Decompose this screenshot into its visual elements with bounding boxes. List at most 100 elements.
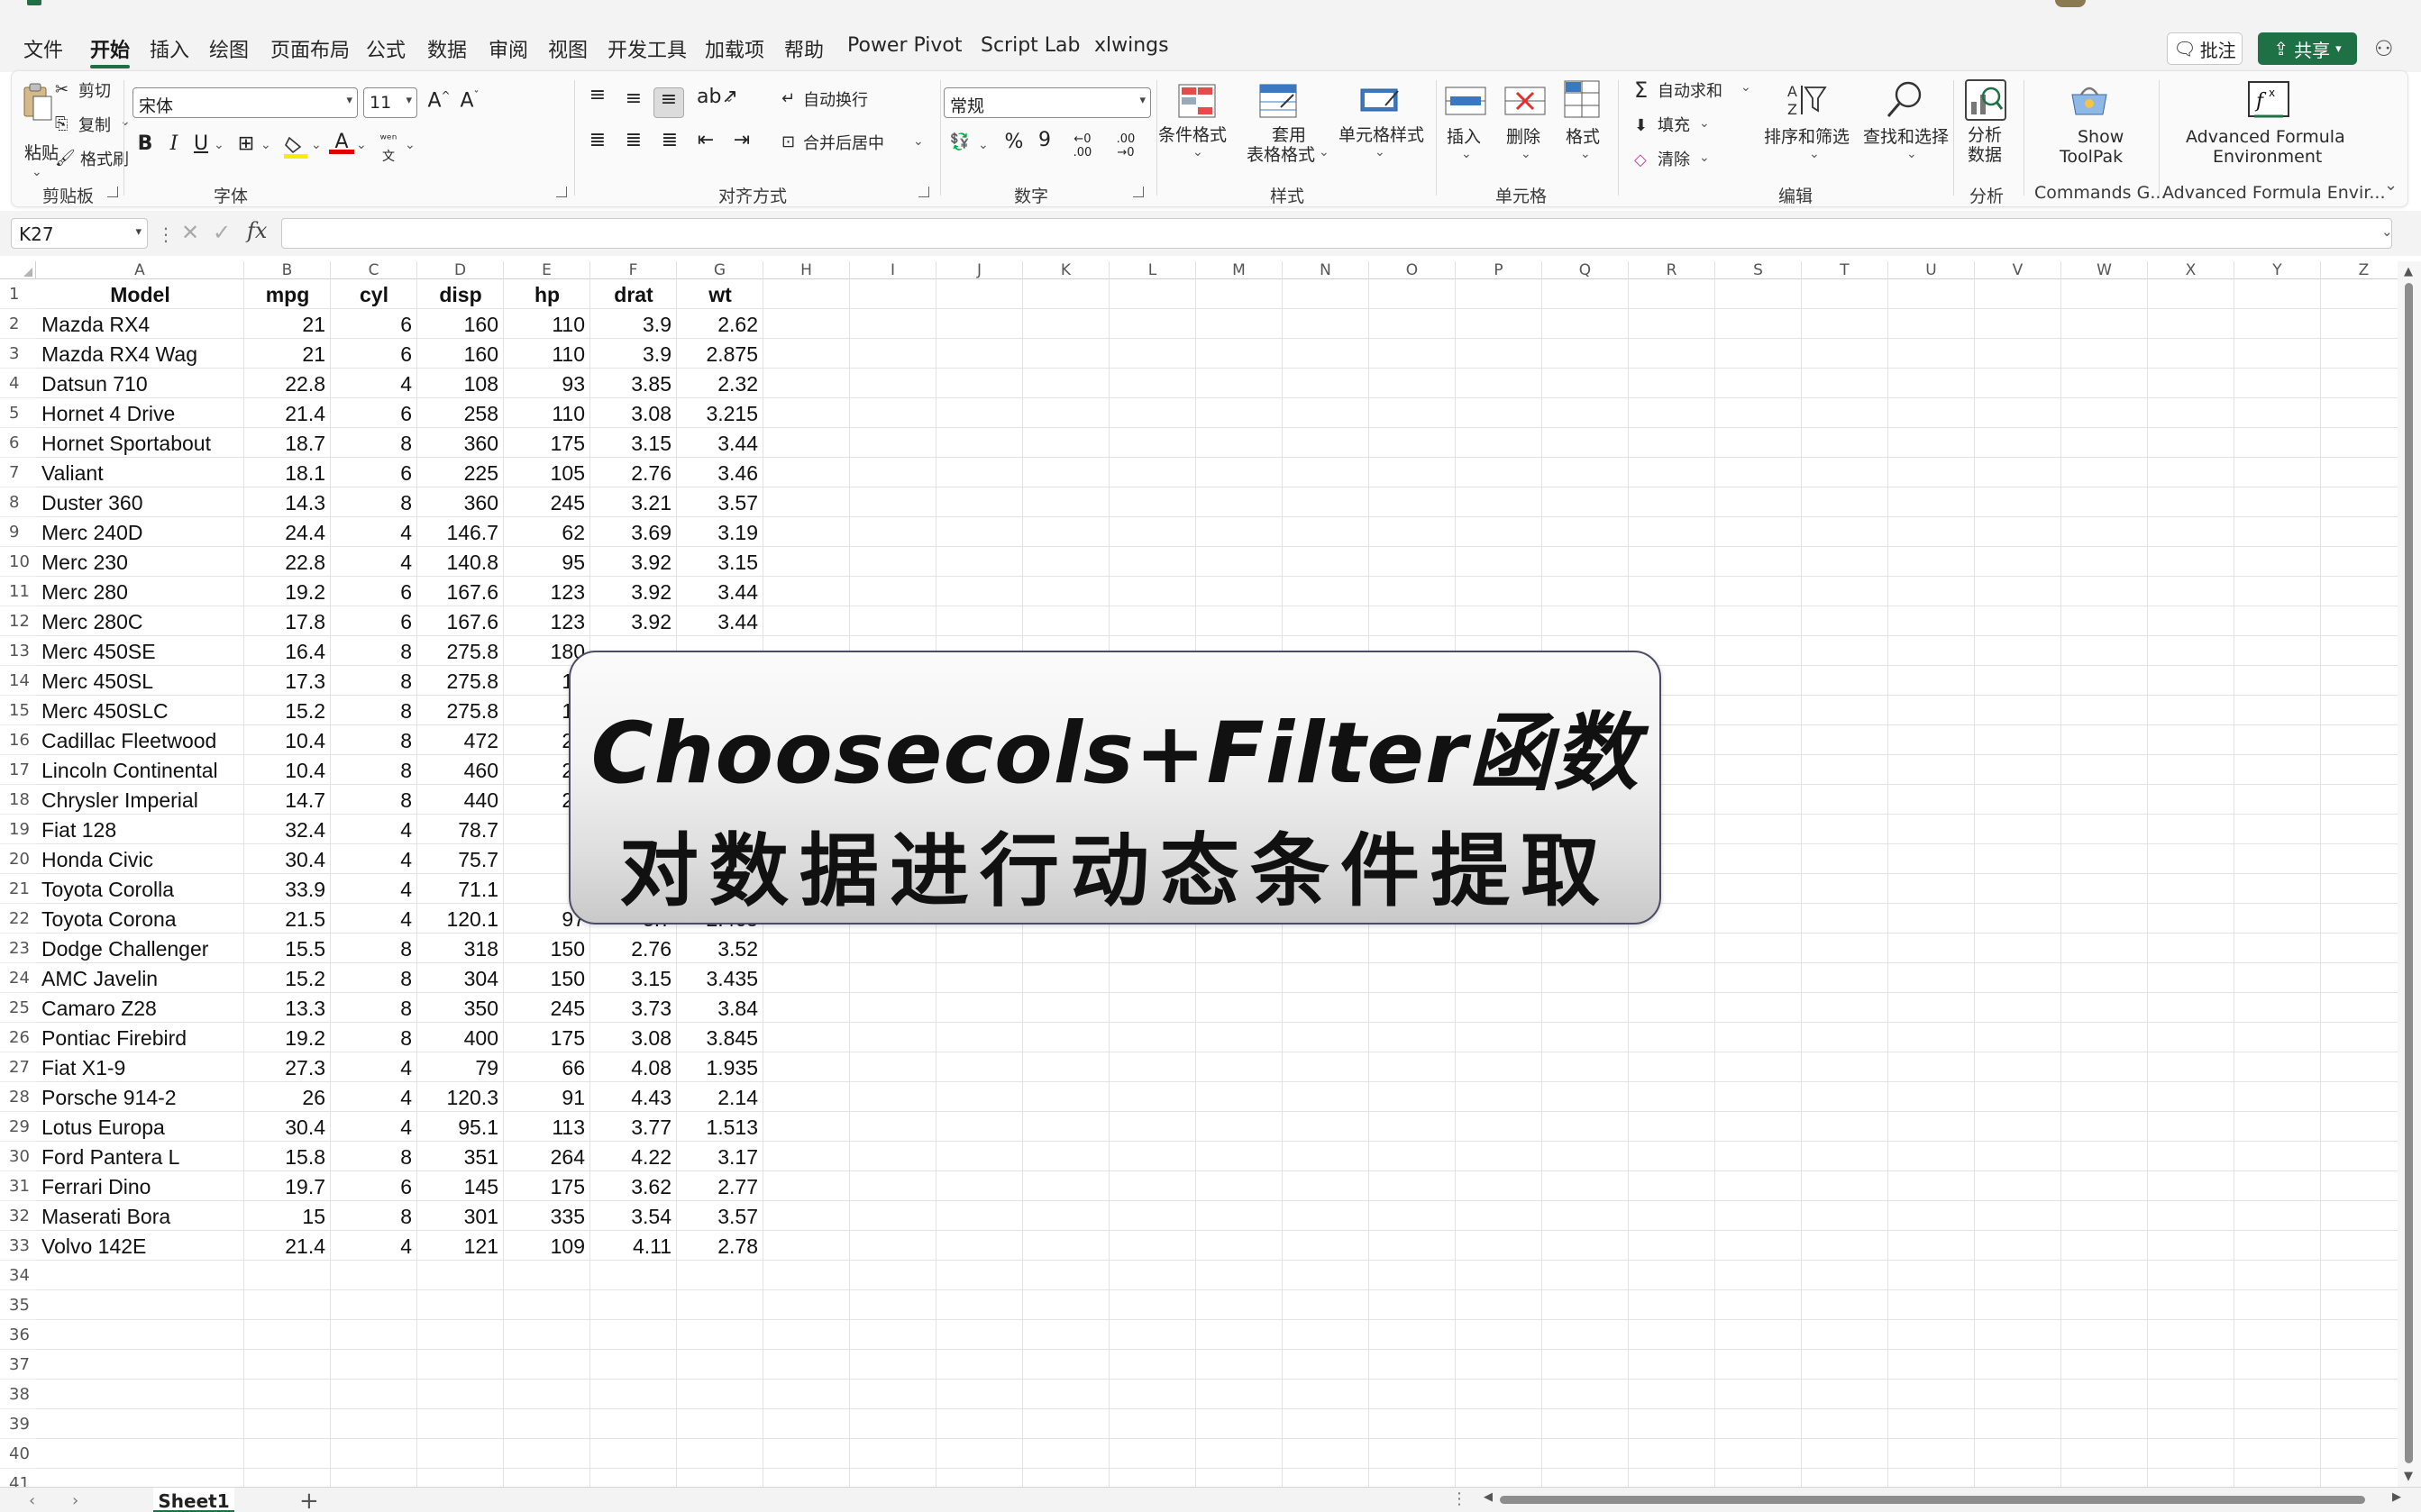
value-cell[interactable]: 95 xyxy=(504,547,590,577)
next-sheet-icon[interactable]: › xyxy=(72,1491,78,1510)
column-header[interactable]: Z xyxy=(2321,261,2398,279)
model-cell[interactable]: Merc 280C xyxy=(36,606,244,636)
value-cell[interactable]: 160 xyxy=(417,309,504,339)
cell-styles-icon[interactable] xyxy=(1360,84,1400,118)
value-cell[interactable]: 6 xyxy=(331,1171,417,1201)
value-cell[interactable]: 19.2 xyxy=(244,577,331,606)
value-cell[interactable]: 3.57 xyxy=(677,487,763,517)
model-cell[interactable]: Merc 280 xyxy=(36,577,244,606)
paste-button[interactable]: 粘贴 xyxy=(24,143,59,163)
column-title-cell[interactable]: drat xyxy=(590,279,677,309)
font-color-dropdown-icon[interactable]: ⌄ xyxy=(356,138,367,152)
value-cell[interactable]: 110 xyxy=(504,398,590,428)
decrease-decimal-icon[interactable]: .00 →0 xyxy=(1113,132,1138,159)
model-cell[interactable]: Fiat 128 xyxy=(36,815,244,844)
value-cell[interactable]: 3.62 xyxy=(590,1171,677,1201)
alignment-dialog-launcher-icon[interactable] xyxy=(918,187,929,197)
number-format-select[interactable]: 常规 ▾ xyxy=(944,87,1151,118)
show-toolpak-button[interactable]: ToolPak xyxy=(2060,147,2123,167)
tab-split-handle-icon[interactable]: ⋮ xyxy=(1451,1489,1467,1508)
value-cell[interactable]: 160 xyxy=(417,339,504,369)
column-title-cell[interactable]: disp xyxy=(417,279,504,309)
value-cell[interactable]: 10.4 xyxy=(244,755,331,785)
copy-button[interactable]: 复制 xyxy=(78,116,111,136)
model-cell[interactable]: Dodge Challenger xyxy=(36,934,244,963)
value-cell[interactable]: 15.2 xyxy=(244,696,331,725)
value-cell[interactable]: 91 xyxy=(504,1082,590,1112)
value-cell[interactable]: 17.8 xyxy=(244,606,331,636)
value-cell[interactable]: 146.7 xyxy=(417,517,504,547)
middle-align-icon[interactable]: ≡ xyxy=(621,87,646,110)
value-cell[interactable]: 3.435 xyxy=(677,963,763,993)
top-align-icon[interactable]: ≡ xyxy=(585,84,610,106)
row-header[interactable]: 11 xyxy=(0,577,36,606)
value-cell[interactable]: 8 xyxy=(331,963,417,993)
bottom-align-icon[interactable]: ≡ xyxy=(653,87,684,118)
value-cell[interactable]: 71.1 xyxy=(417,874,504,904)
value-cell[interactable]: 8 xyxy=(331,934,417,963)
value-cell[interactable]: 19.7 xyxy=(244,1171,331,1201)
value-cell[interactable]: 2.76 xyxy=(590,458,677,487)
scroll-left-icon[interactable]: ◀ xyxy=(1484,1490,1493,1504)
font-name-select[interactable]: 宋体 ▾ xyxy=(132,87,358,118)
value-cell[interactable]: 6 xyxy=(331,339,417,369)
expand-formula-bar-icon[interactable]: ⌄ xyxy=(2381,223,2393,240)
column-header[interactable]: U xyxy=(1888,261,1975,279)
font-size-select[interactable]: 11 ▾ xyxy=(363,87,417,118)
value-cell[interactable]: 1.935 xyxy=(677,1052,763,1082)
value-cell[interactable]: 22.8 xyxy=(244,369,331,398)
comma-style-icon[interactable]: 9 xyxy=(1032,129,1057,151)
chevron-down-icon[interactable]: ⌄ xyxy=(1375,145,1385,159)
value-cell[interactable]: 21 xyxy=(244,339,331,369)
column-header[interactable]: C xyxy=(331,261,417,279)
value-cell[interactable]: 3.84 xyxy=(677,993,763,1023)
column-header[interactable]: W xyxy=(2061,261,2148,279)
column-header[interactable]: T xyxy=(1802,261,1888,279)
horizontal-scroll-thumb[interactable] xyxy=(1500,1496,2365,1504)
scroll-down-icon[interactable]: ▼ xyxy=(2404,1470,2413,1483)
row-header[interactable]: 34 xyxy=(0,1261,36,1290)
row-header[interactable]: 27 xyxy=(0,1052,36,1082)
format-as-table-label-1[interactable]: 套用 xyxy=(1272,125,1306,145)
value-cell[interactable]: 120.1 xyxy=(417,904,504,934)
value-cell[interactable]: 105 xyxy=(504,458,590,487)
toolpak-icon[interactable] xyxy=(2069,82,2110,118)
row-header[interactable]: 33 xyxy=(0,1231,36,1261)
format-painter-icon[interactable]: 🖌 xyxy=(55,149,76,169)
value-cell[interactable]: 335 xyxy=(504,1201,590,1231)
menu-tab[interactable]: Power Pivot xyxy=(847,34,963,57)
borders-icon[interactable]: ⊞ xyxy=(233,132,259,155)
menu-tab[interactable]: 绘图 xyxy=(209,34,249,63)
model-cell[interactable]: Duster 360 xyxy=(36,487,244,517)
value-cell[interactable]: 8 xyxy=(331,636,417,666)
bold-button[interactable]: B xyxy=(132,132,158,155)
value-cell[interactable]: 3.57 xyxy=(677,1201,763,1231)
value-cell[interactable]: 360 xyxy=(417,428,504,458)
column-header[interactable]: R xyxy=(1629,261,1715,279)
value-cell[interactable]: 3.77 xyxy=(590,1112,677,1142)
value-cell[interactable]: 4 xyxy=(331,1082,417,1112)
copy-icon[interactable]: ⎘ xyxy=(55,114,68,134)
value-cell[interactable]: 275.8 xyxy=(417,696,504,725)
row-header[interactable]: 30 xyxy=(0,1142,36,1171)
value-cell[interactable]: 3.85 xyxy=(590,369,677,398)
value-cell[interactable]: 79 xyxy=(417,1052,504,1082)
model-cell[interactable]: Porsche 914-2 xyxy=(36,1082,244,1112)
borders-dropdown-icon[interactable]: ⌄ xyxy=(260,138,271,152)
row-header[interactable]: 19 xyxy=(0,815,36,844)
row-header[interactable]: 4 xyxy=(0,369,36,398)
chevron-down-icon[interactable]: ⌄ xyxy=(1319,145,1329,159)
value-cell[interactable]: 460 xyxy=(417,755,504,785)
fill-button[interactable]: 填充 xyxy=(1658,116,1690,136)
value-cell[interactable]: 95.1 xyxy=(417,1112,504,1142)
value-cell[interactable]: 78.7 xyxy=(417,815,504,844)
menu-tab[interactable]: Script Lab xyxy=(981,34,1081,57)
format-as-table-icon[interactable] xyxy=(1259,84,1297,118)
row-header[interactable]: 15 xyxy=(0,696,36,725)
name-box[interactable]: K27 ▾ xyxy=(11,218,148,249)
autosum-button[interactable]: 自动求和 xyxy=(1658,82,1722,102)
column-header[interactable]: A xyxy=(36,261,244,279)
row-header[interactable]: 10 xyxy=(0,547,36,577)
chevron-down-icon[interactable]: ⌄ xyxy=(1580,147,1591,161)
format-as-table-button[interactable]: 表格格式 xyxy=(1247,145,1315,165)
